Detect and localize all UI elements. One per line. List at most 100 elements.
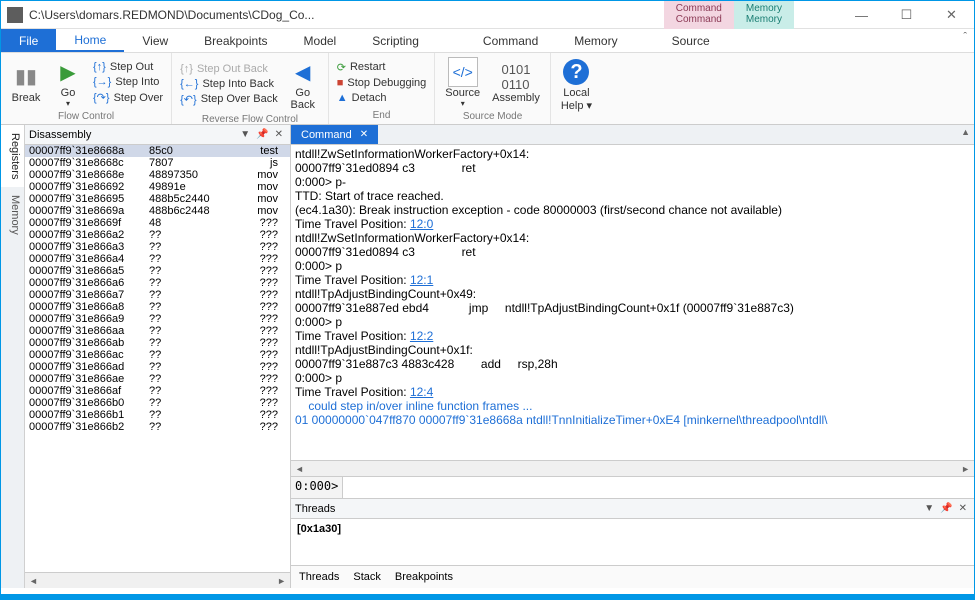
- disasm-row[interactable]: 00007ff9`31e8669f48???: [25, 217, 290, 229]
- right-pane: Command✕ ▲ ntdll!ZwSetInformationWorkerF…: [291, 125, 974, 588]
- ttpos-link-2[interactable]: 12:1: [410, 273, 433, 287]
- left-pane: Registers Memory Disassembly ▼ 📌 ✕ 00007…: [1, 125, 291, 588]
- menu-file[interactable]: File: [1, 29, 56, 52]
- disasm-row[interactable]: 00007ff9`31e866a8?????: [25, 301, 290, 313]
- pin-icon[interactable]: 📌: [937, 503, 955, 514]
- play-back-icon: ◀: [288, 57, 318, 87]
- disasm-row[interactable]: 00007ff9`31e866a5?????: [25, 265, 290, 277]
- tab-stack[interactable]: Stack: [353, 571, 381, 583]
- help-button[interactable]: ? Local Help ▾: [557, 55, 596, 114]
- disasm-row[interactable]: 00007ff9`31e866a9?????: [25, 313, 290, 325]
- break-button[interactable]: ▮▮ Break: [7, 55, 45, 110]
- disasm-row[interactable]: 00007ff9`31e866aa?????: [25, 325, 290, 337]
- close-button[interactable]: ✕: [929, 1, 974, 29]
- tab-threads[interactable]: Threads: [299, 571, 339, 583]
- play-icon: ▶: [53, 57, 83, 87]
- bottom-tabs: Threads Stack Breakpoints: [291, 566, 974, 588]
- close-panel-icon[interactable]: ✕: [272, 129, 286, 140]
- disasm-row[interactable]: 00007ff9`31e8668a85c0test: [25, 145, 290, 157]
- ttpos-link-1[interactable]: 12:0: [410, 217, 433, 231]
- disasm-row[interactable]: 00007ff9`31e866af?????: [25, 385, 290, 397]
- step-into-button[interactable]: {→}Step Into: [91, 75, 165, 89]
- source-mode-button[interactable]: </> Source ▾: [441, 55, 484, 110]
- step-out-back-icon: {↑}: [180, 63, 193, 75]
- side-tab-memory[interactable]: Memory: [1, 187, 24, 243]
- ttpos-link-4[interactable]: 12:4: [410, 385, 433, 399]
- disasm-row[interactable]: 00007ff9`31e866b2?????: [25, 421, 290, 433]
- source-icon: </>: [448, 57, 478, 87]
- assembly-mode-button[interactable]: 01010110 Assembly: [488, 55, 544, 110]
- contextual-tab-memory[interactable]: Memory Memory: [734, 1, 794, 29]
- cmd-h-scrollbar[interactable]: ◄►: [291, 460, 974, 476]
- command-input[interactable]: [343, 477, 974, 498]
- disasm-row[interactable]: 00007ff9`31e866ad?????: [25, 361, 290, 373]
- h-scrollbar[interactable]: ◄►: [25, 572, 290, 588]
- dropdown-icon[interactable]: ▼: [237, 129, 253, 140]
- menu-scripting[interactable]: Scripting: [354, 29, 437, 52]
- disasm-row[interactable]: 00007ff9`31e86695488b5c2440mov: [25, 193, 290, 205]
- scroll-up-icon[interactable]: ▲: [957, 125, 974, 144]
- go-back-button[interactable]: ◀ Go Back: [284, 55, 322, 113]
- disasm-row[interactable]: 00007ff9`31e8669249891emov: [25, 181, 290, 193]
- close-tab-icon[interactable]: ✕: [360, 129, 368, 140]
- menu-memory[interactable]: Memory: [556, 29, 635, 52]
- disasm-row[interactable]: 00007ff9`31e8668c7807js: [25, 157, 290, 169]
- group-srcmode-label: Source Mode: [441, 110, 544, 125]
- step-into-back-button[interactable]: {←}Step Into Back: [178, 77, 280, 91]
- go-button[interactable]: ▶ Go ▾: [49, 55, 87, 110]
- disasm-row[interactable]: 00007ff9`31e866a4?????: [25, 253, 290, 265]
- step-over-button[interactable]: {↷}Step Over: [91, 90, 165, 105]
- content-area: Registers Memory Disassembly ▼ 📌 ✕ 00007…: [1, 125, 974, 588]
- stop-icon: ■: [337, 77, 344, 89]
- command-output[interactable]: ntdll!ZwSetInformationWorkerFactory+0x14…: [291, 145, 974, 460]
- menu-source[interactable]: Source: [654, 29, 728, 52]
- disasm-row[interactable]: 00007ff9`31e866ac?????: [25, 349, 290, 361]
- panel-title: Disassembly: [29, 129, 91, 141]
- contextual-tab-group: Command Command Memory Memory: [664, 1, 794, 29]
- disassembly-panel: Disassembly ▼ 📌 ✕ 00007ff9`31e8668a85c0t…: [25, 125, 290, 588]
- threads-title: Threads: [295, 503, 335, 515]
- title-bar: C:\Users\domars.REDMOND\Documents\CDog_C…: [1, 1, 974, 29]
- menu-breakpoints[interactable]: Breakpoints: [186, 29, 285, 52]
- dropdown-icon[interactable]: ▼: [921, 503, 937, 514]
- command-tab-bar: Command✕ ▲: [291, 125, 974, 145]
- step-out-back-button[interactable]: {↑}Step Out Back: [178, 62, 280, 76]
- minimize-button[interactable]: —: [839, 1, 884, 29]
- disassembly-list[interactable]: 00007ff9`31e8668a85c0test00007ff9`31e866…: [25, 145, 290, 572]
- menu-command[interactable]: Command: [465, 29, 556, 52]
- assembly-icon: 01010110: [501, 62, 531, 92]
- ribbon-collapse-icon[interactable]: ˆ: [963, 31, 967, 43]
- restart-button[interactable]: ⟳Restart: [335, 60, 429, 75]
- disasm-row[interactable]: 00007ff9`31e8669a488b6c2448mov: [25, 205, 290, 217]
- command-tab[interactable]: Command✕: [291, 125, 378, 144]
- disasm-row[interactable]: 00007ff9`31e866ab?????: [25, 337, 290, 349]
- close-panel-icon[interactable]: ✕: [956, 503, 970, 514]
- detach-button[interactable]: ▲Detach: [335, 91, 429, 105]
- side-tab-registers[interactable]: Registers: [1, 125, 24, 187]
- contextual-tab-command[interactable]: Command Command: [664, 1, 734, 29]
- disasm-row[interactable]: 00007ff9`31e8668e48897350mov: [25, 169, 290, 181]
- thread-item[interactable]: [0x1a30]: [297, 523, 968, 535]
- threads-list[interactable]: [0x1a30]: [291, 519, 974, 566]
- tab-breakpoints[interactable]: Breakpoints: [395, 571, 453, 583]
- ttpos-link-3[interactable]: 12:2: [410, 329, 433, 343]
- disasm-row[interactable]: 00007ff9`31e866a6?????: [25, 277, 290, 289]
- step-into-icon: {→}: [93, 76, 111, 88]
- step-over-back-button[interactable]: {↶}Step Over Back: [178, 92, 280, 107]
- step-out-button[interactable]: {↑}Step Out: [91, 60, 165, 74]
- disasm-row[interactable]: 00007ff9`31e866b1?????: [25, 409, 290, 421]
- disasm-row[interactable]: 00007ff9`31e866ae?????: [25, 373, 290, 385]
- disasm-row[interactable]: 00007ff9`31e866a3?????: [25, 241, 290, 253]
- disasm-row[interactable]: 00007ff9`31e866a7?????: [25, 289, 290, 301]
- stop-debugging-button[interactable]: ■Stop Debugging: [335, 76, 429, 90]
- disasm-row[interactable]: 00007ff9`31e866a2?????: [25, 229, 290, 241]
- detach-icon: ▲: [337, 92, 348, 104]
- command-prompt: 0:000>: [291, 477, 343, 498]
- menu-home[interactable]: Home: [56, 29, 124, 52]
- side-tab-strip: Registers Memory: [1, 125, 25, 588]
- disasm-row[interactable]: 00007ff9`31e866b0?????: [25, 397, 290, 409]
- pin-icon[interactable]: 📌: [253, 129, 271, 140]
- maximize-button[interactable]: ☐: [884, 1, 929, 29]
- menu-view[interactable]: View: [124, 29, 186, 52]
- menu-model[interactable]: Model: [286, 29, 355, 52]
